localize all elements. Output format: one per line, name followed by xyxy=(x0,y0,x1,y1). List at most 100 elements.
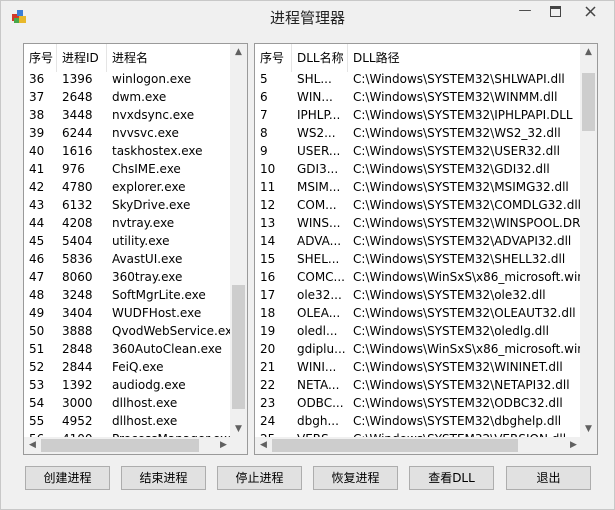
scroll-up-arrow-icon[interactable]: ▲ xyxy=(580,44,597,61)
dll-list-vertical-scrollbar[interactable]: ▲ ▼ xyxy=(580,44,597,438)
table-row[interactable]: 48 3248 SoftMgrLite.exe xyxy=(24,286,232,304)
cell-dll-name: NETA... xyxy=(297,378,340,392)
table-row[interactable]: 51 2848 360AutoClean.exe xyxy=(24,340,232,358)
dll-list[interactable]: 序号 DLL名称 DLL路径 5 SHL... C:\Windows\SYSTEM3… xyxy=(254,43,598,455)
cell-dll-name: OLEA... xyxy=(297,306,341,320)
table-row[interactable]: 8 WS2... C:\Windows\SYSTEM32\WS2_32.dll xyxy=(255,124,588,142)
table-row[interactable]: 23 ODBC... C:\Windows\SYSTEM32\ODBC32.dll xyxy=(255,394,588,412)
minimize-button[interactable]: — xyxy=(510,1,540,23)
scroll-left-arrow-icon[interactable]: ◀ xyxy=(24,437,41,454)
table-row[interactable]: 19 oledl... C:\Windows\SYSTEM32\oledlg.dll xyxy=(255,322,588,340)
view-dll-button[interactable]: 查看DLL xyxy=(409,466,494,490)
table-row[interactable]: 18 OLEA... C:\Windows\SYSTEM32\OLEAUT32.dl… xyxy=(255,304,588,322)
scroll-thumb[interactable] xyxy=(272,439,518,452)
maximize-button[interactable] xyxy=(540,1,570,23)
table-row[interactable]: 36 1396 winlogon.exe xyxy=(24,70,232,88)
scroll-up-arrow-icon[interactable]: ▲ xyxy=(230,44,247,61)
cell-pid: 8060 xyxy=(62,270,93,284)
table-row[interactable]: 9 USER... C:\Windows\SYSTEM32\USER32.dll xyxy=(255,142,588,160)
scroll-down-arrow-icon[interactable]: ▼ xyxy=(580,421,597,438)
suspend-process-button[interactable]: 停止进程 xyxy=(217,466,302,490)
column-header-dll-path[interactable]: DLL路径 xyxy=(348,44,588,72)
table-row[interactable]: 6 WIN... C:\Windows\SYSTEM32\WINMM.dll xyxy=(255,88,588,106)
table-row[interactable]: 41 976 ChsIME.exe xyxy=(24,160,232,178)
table-row[interactable]: 21 WINI... C:\Windows\SYSTEM32\WININET.dll xyxy=(255,358,588,376)
cell-dll-name: WS2... xyxy=(297,126,336,140)
cell-dll-path: C:\Windows\SYSTEM32\COMDLG32.dll xyxy=(353,198,581,212)
cell-index: 24 xyxy=(260,414,276,428)
dll-list-header: 序号 DLL名称 DLL路径 xyxy=(255,44,588,72)
scrollbar-corner xyxy=(580,437,597,454)
cell-dll-path: C:\Windows\SYSTEM32\SHLWAPI.dll xyxy=(353,72,565,86)
cell-process-name: 360tray.exe xyxy=(112,270,183,284)
table-row[interactable]: 44 4208 nvtray.exe xyxy=(24,214,232,232)
cell-process-name: utility.exe xyxy=(112,234,170,248)
process-list[interactable]: 序号 进程ID 进程名 36 1396 winlogon.exe 37 2648 dwm.… xyxy=(23,43,248,455)
cell-dll-name: dbgh... xyxy=(297,414,339,428)
cell-dll-name: WINS... xyxy=(297,216,341,230)
title-bar[interactable]: 进程管理器 — xyxy=(1,1,614,31)
cell-dll-path: C:\Windows\SYSTEM32\oledlg.dll xyxy=(353,324,549,338)
table-row[interactable]: 20 gdiplu... C:\Windows\WinSxS\x86_microso… xyxy=(255,340,588,358)
table-row[interactable]: 47 8060 360tray.exe xyxy=(24,268,232,286)
cell-dll-name: ole32... xyxy=(297,288,342,302)
table-row[interactable]: 13 WINS... C:\Windows\SYSTEM32\WINSPOOL.DR… xyxy=(255,214,588,232)
cell-pid: 4780 xyxy=(62,180,93,194)
cell-dll-path: C:\Windows\SYSTEM32\WS2_32.dll xyxy=(353,126,561,140)
table-row[interactable]: 15 SHEL... C:\Windows\SYSTEM32\SHELL32.dll xyxy=(255,250,588,268)
table-row[interactable]: 49 3404 WUDFHost.exe xyxy=(24,304,232,322)
table-row[interactable]: 24 dbgh... C:\Windows\SYSTEM32\dbghelp.dll xyxy=(255,412,588,430)
table-row[interactable]: 39 6244 nvvsvc.exe xyxy=(24,124,232,142)
cell-index: 53 xyxy=(29,378,45,392)
table-row[interactable]: 45 5404 utility.exe xyxy=(24,232,232,250)
resume-process-button[interactable]: 恢复进程 xyxy=(313,466,398,490)
create-process-button[interactable]: 创建进程 xyxy=(25,466,110,490)
table-row[interactable]: 43 6132 SkyDrive.exe xyxy=(24,196,232,214)
table-row[interactable]: 46 5836 AvastUI.exe xyxy=(24,250,232,268)
exit-button[interactable]: 退出 xyxy=(506,466,591,490)
cell-dll-name: WINI... xyxy=(297,360,337,374)
cell-process-name: nvvsvc.exe xyxy=(112,126,179,140)
cell-index: 5 xyxy=(260,72,268,86)
table-row[interactable]: 11 MSIM... C:\Windows\SYSTEM32\MSIMG32.dll xyxy=(255,178,588,196)
process-list-horizontal-scrollbar[interactable]: ◀ ▶ xyxy=(24,437,232,454)
end-process-button[interactable]: 结束进程 xyxy=(121,466,206,490)
table-row[interactable]: 10 GDI3... C:\Windows\SYSTEM32\GDI32.dll xyxy=(255,160,588,178)
minimize-icon: — xyxy=(518,3,532,18)
table-row[interactable]: 54 3000 dllhost.exe xyxy=(24,394,232,412)
table-row[interactable]: 38 3448 nvxdsync.exe xyxy=(24,106,232,124)
scroll-thumb[interactable] xyxy=(582,73,595,131)
scroll-thumb[interactable] xyxy=(41,439,199,452)
table-row[interactable]: 55 4952 dllhost.exe xyxy=(24,412,232,430)
scroll-thumb[interactable] xyxy=(232,285,245,409)
table-row[interactable]: 7 IPHLP... C:\Windows\SYSTEM32\IPHLPAPI.DL… xyxy=(255,106,588,124)
cell-index: 12 xyxy=(260,198,276,212)
cell-process-name: SkyDrive.exe xyxy=(112,198,191,212)
column-header-dll-name[interactable]: DLL名称 xyxy=(292,44,348,72)
column-header-index[interactable]: 序号 xyxy=(255,44,292,72)
close-button[interactable] xyxy=(568,1,612,23)
scroll-down-arrow-icon[interactable]: ▼ xyxy=(230,421,247,438)
dll-list-horizontal-scrollbar[interactable]: ◀ ▶ xyxy=(255,437,582,454)
table-row[interactable]: 42 4780 explorer.exe xyxy=(24,178,232,196)
table-row[interactable]: 53 1392 audiodg.exe xyxy=(24,376,232,394)
process-list-vertical-scrollbar[interactable]: ▲ ▼ xyxy=(230,44,247,438)
cell-pid: 3448 xyxy=(62,108,93,122)
table-row[interactable]: 50 3888 QvodWebService.exe xyxy=(24,322,232,340)
cell-dll-name: COM... xyxy=(297,198,337,212)
table-row[interactable]: 22 NETA... C:\Windows\SYSTEM32\NETAPI32.dl… xyxy=(255,376,588,394)
scroll-left-arrow-icon[interactable]: ◀ xyxy=(255,437,272,454)
table-row[interactable]: 37 2648 dwm.exe xyxy=(24,88,232,106)
cell-pid: 4208 xyxy=(62,216,93,230)
table-row[interactable]: 16 COMC... C:\Windows\WinSxS\x86_microsoft… xyxy=(255,268,588,286)
table-row[interactable]: 12 COM... C:\Windows\SYSTEM32\COMDLG32.dll xyxy=(255,196,588,214)
table-row[interactable]: 40 1616 taskhostex.exe xyxy=(24,142,232,160)
column-header-index[interactable]: 序号 xyxy=(24,44,57,72)
cell-index: 7 xyxy=(260,108,268,122)
table-row[interactable]: 17 ole32... C:\Windows\SYSTEM32\ole32.dll xyxy=(255,286,588,304)
table-row[interactable]: 14 ADVA... C:\Windows\SYSTEM32\ADVAPI32.dl… xyxy=(255,232,588,250)
column-header-pid[interactable]: 进程ID xyxy=(57,44,107,72)
column-header-process-name[interactable]: 进程名 xyxy=(107,44,232,72)
table-row[interactable]: 5 SHL... C:\Windows\SYSTEM32\SHLWAPI.dll xyxy=(255,70,588,88)
table-row[interactable]: 52 2844 FeiQ.exe xyxy=(24,358,232,376)
